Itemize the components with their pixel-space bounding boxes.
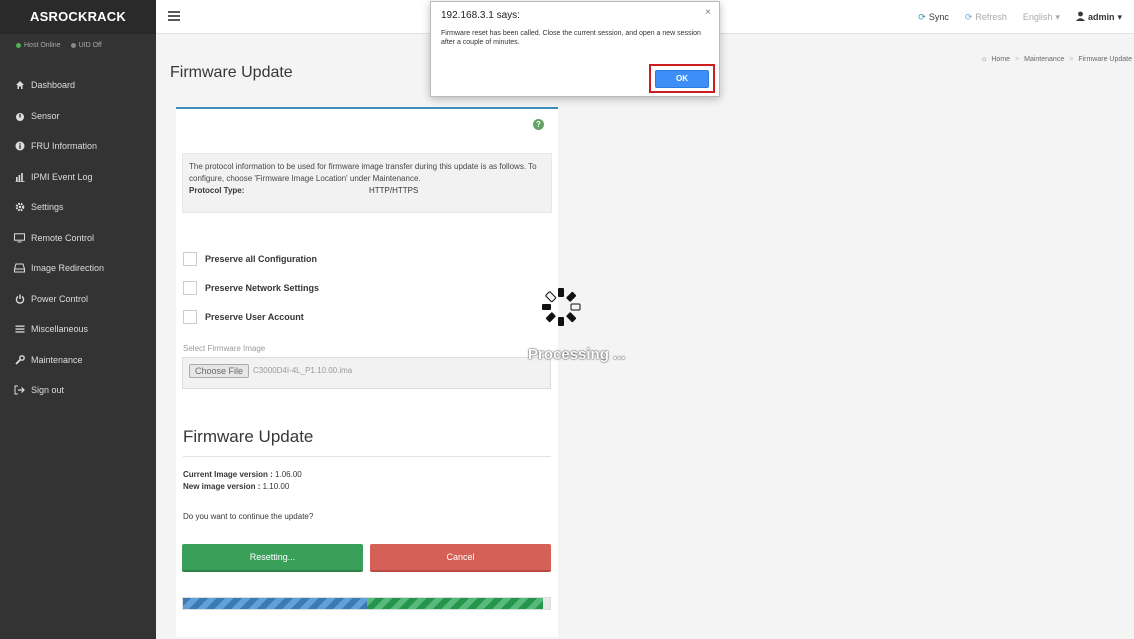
alert-dialog: 192.168.3.1 says: × Firmware reset has b… [430,1,720,97]
processing-text: Processing ... [528,346,626,363]
dialog-title: 192.168.3.1 says: [441,10,520,21]
dialog-message: Firmware reset has been called. Close th… [441,30,701,46]
ok-button[interactable]: OK [655,69,709,88]
close-icon[interactable]: × [705,7,711,18]
ok-button-highlight: OK [649,64,715,93]
spinner-icon [542,288,581,326]
